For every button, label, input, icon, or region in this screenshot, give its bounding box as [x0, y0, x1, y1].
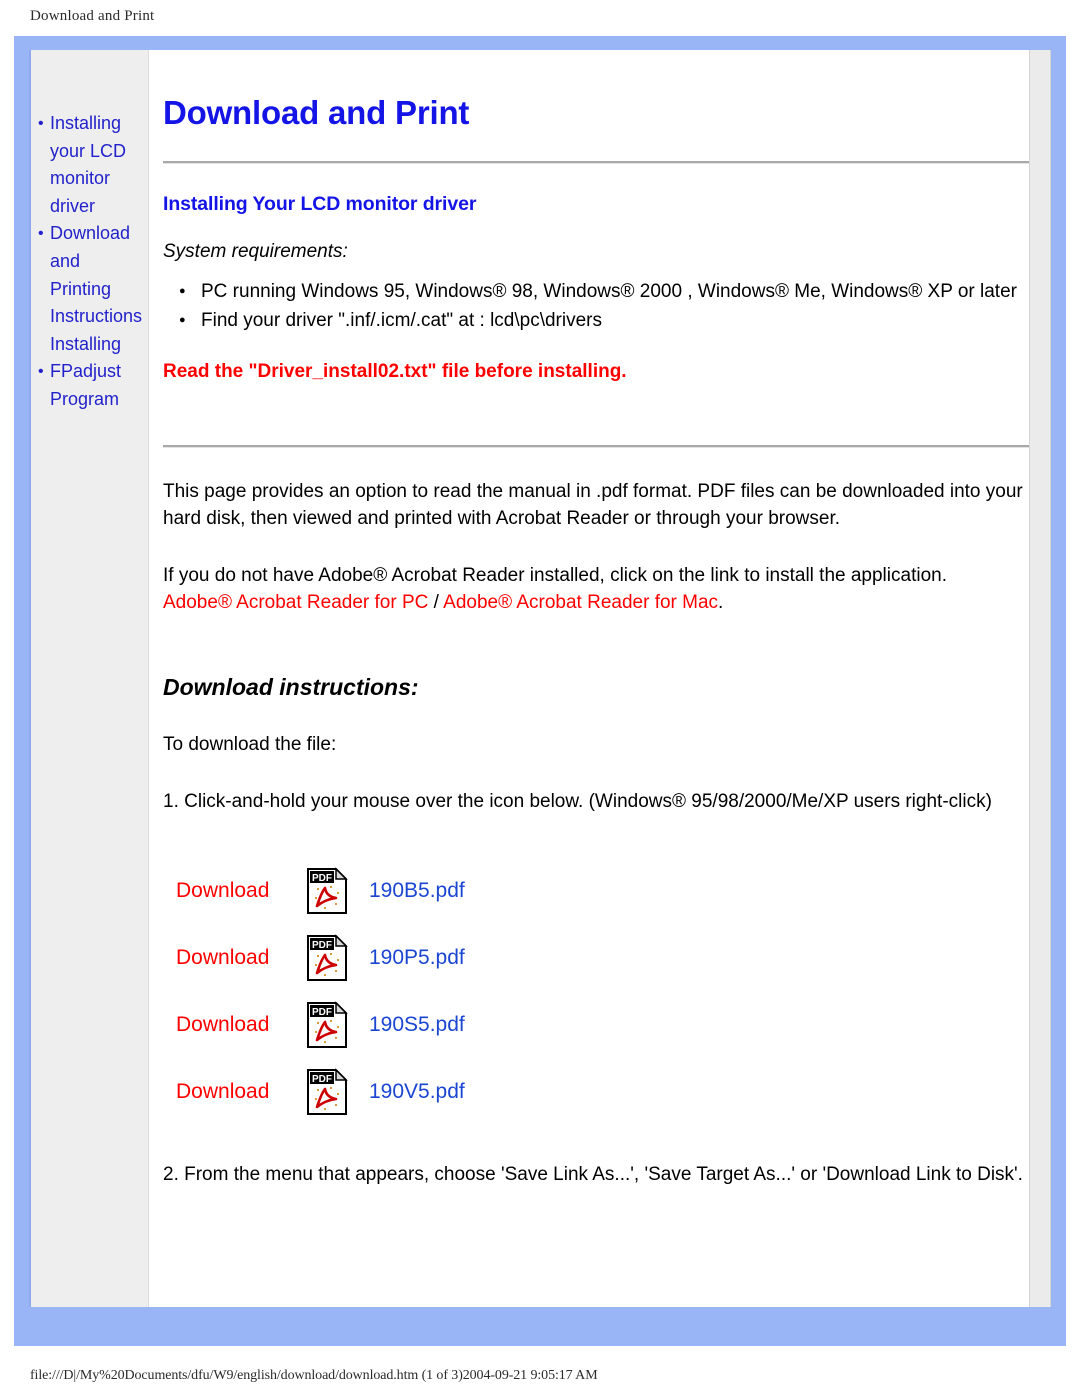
print-header-title: Download and Print	[30, 8, 155, 24]
acrobat-link-period: .	[718, 592, 724, 613]
page-body: Installing your LCD monitor driver Downl…	[29, 50, 1051, 1307]
to-download-label: To download the file:	[163, 734, 337, 755]
download-row: Download PDF	[163, 924, 1029, 991]
pdf-file-icon[interactable]: PDF	[305, 933, 349, 982]
acrobat-reader-mac-link[interactable]: Adobe® Acrobat Reader for Mac	[443, 592, 718, 613]
pdf-file-icon[interactable]: PDF	[305, 866, 349, 915]
requirement-item: Find your driver ".inf/.icm/.cat" at : l…	[179, 308, 1029, 337]
sidebar-item-label: Installing your LCD monitor driver	[50, 113, 127, 216]
svg-text:PDF: PDF	[312, 940, 332, 951]
download-row: Download PDF	[163, 1058, 1029, 1125]
sidebar-item-label: FPadjust Program	[50, 361, 122, 409]
sidebar-list: Installing your LCD monitor driver Downl…	[31, 110, 148, 414]
download-link[interactable]: Download	[163, 946, 305, 970]
pdf-filename-link[interactable]: 190V5.pdf	[349, 1080, 465, 1104]
acrobat-link-separator: /	[428, 592, 444, 613]
system-requirements-list: PC running Windows 95, Windows® 98, Wind…	[163, 263, 1029, 337]
sidebar-navigation: Installing your LCD monitor driver Downl…	[31, 50, 149, 1307]
system-requirements-label: System requirements:	[163, 241, 348, 262]
intro-paragraph: This page provides an option to read the…	[163, 481, 1023, 529]
requirement-item: PC running Windows 95, Windows® 98, Wind…	[179, 279, 1029, 308]
download-step-1: 1. Click-and-hold your mouse over the ic…	[163, 791, 992, 812]
sidebar-item-label: Download and Printing Instructions Insta…	[50, 223, 143, 354]
acrobat-paragraph: If you do not have Adobe® Acrobat Reader…	[163, 532, 1029, 616]
svg-text:PDF: PDF	[312, 1007, 332, 1018]
svg-text:PDF: PDF	[312, 1074, 332, 1085]
pdf-file-icon[interactable]: PDF	[305, 1000, 349, 1049]
print-footer-url: file:///D|/My%20Documents/dfu/W9/english…	[30, 1368, 598, 1383]
sidebar-item-installing-driver[interactable]: Installing your LCD monitor driver	[31, 110, 148, 220]
sidebar-item-fpadjust-program[interactable]: FPadjust Program	[31, 358, 148, 413]
page-title: Download and Print	[163, 94, 470, 131]
download-row: Download PDF	[163, 857, 1029, 924]
svg-text:PDF: PDF	[312, 873, 332, 884]
download-instructions-heading: Download instructions:	[163, 674, 419, 700]
pdf-filename-link[interactable]: 190S5.pdf	[349, 1013, 465, 1037]
pdf-filename-link[interactable]: 190P5.pdf	[349, 946, 465, 970]
acrobat-paragraph-text: If you do not have Adobe® Acrobat Reader…	[163, 565, 947, 586]
browser-frame: Installing your LCD monitor driver Downl…	[14, 36, 1066, 1346]
sidebar-item-download-printing[interactable]: Download and Printing Instructions Insta…	[31, 220, 148, 358]
acrobat-reader-pc-link[interactable]: Adobe® Acrobat Reader for PC	[163, 592, 428, 613]
pdf-file-icon[interactable]: PDF	[305, 1067, 349, 1116]
download-link[interactable]: Download	[163, 1013, 305, 1037]
download-link[interactable]: Download	[163, 879, 305, 903]
driver-install-warning: Read the "Driver_install02.txt" file bef…	[163, 361, 627, 382]
section-title-installing-driver: Installing Your LCD monitor driver	[163, 193, 477, 215]
download-link[interactable]: Download	[163, 1080, 305, 1104]
download-step-2: 2. From the menu that appears, choose 'S…	[163, 1164, 1023, 1185]
download-row: Download PDF	[163, 991, 1029, 1058]
vertical-scrollbar[interactable]	[1029, 50, 1051, 1307]
download-rows: Download PDF 190B5.pdf Download PDF 190P…	[163, 815, 1029, 1125]
pdf-filename-link[interactable]: 190B5.pdf	[349, 879, 465, 903]
main-content: Download and Print Installing Your LCD m…	[149, 50, 1051, 1307]
